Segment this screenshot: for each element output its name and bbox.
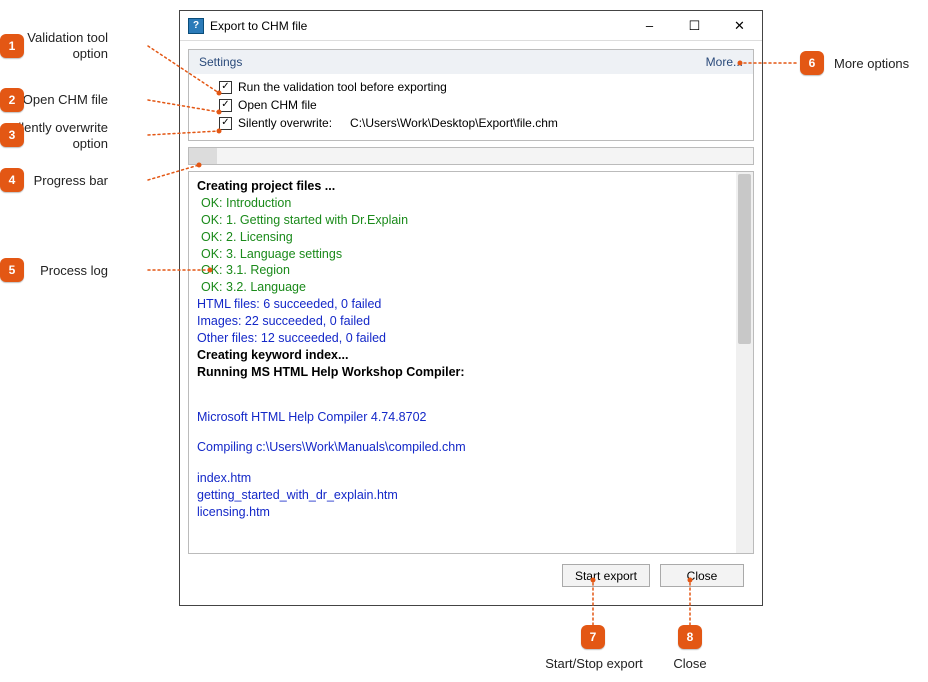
settings-body: Run the validation tool before exporting… bbox=[189, 74, 753, 140]
window-close-button[interactable]: ✕ bbox=[717, 12, 762, 40]
log-line: OK: 2. Licensing bbox=[201, 229, 728, 246]
open-chm-checkbox[interactable] bbox=[219, 99, 232, 112]
settings-header: Settings More... bbox=[189, 50, 753, 74]
titlebar: ? Export to CHM file – ☐ ✕ bbox=[180, 11, 762, 41]
callout-badge-7: 7 bbox=[581, 625, 605, 649]
log-line: Other files: 12 succeeded, 0 failed bbox=[197, 330, 728, 347]
log-scroll-thumb[interactable] bbox=[738, 174, 751, 344]
log-line: Creating keyword index... bbox=[197, 347, 728, 364]
settings-header-label: Settings bbox=[199, 55, 242, 69]
log-scrollbar[interactable] bbox=[736, 172, 753, 553]
progress-bar bbox=[188, 147, 754, 165]
close-button[interactable]: Close bbox=[660, 564, 744, 587]
log-line: index.htm bbox=[197, 470, 728, 487]
open-chm-row: Open CHM file bbox=[219, 98, 743, 112]
minimize-button[interactable]: – bbox=[627, 12, 672, 40]
callout-label-8: Close bbox=[657, 656, 723, 672]
log-line bbox=[197, 456, 728, 470]
callout-badge-6: 6 bbox=[800, 51, 824, 75]
open-chm-label: Open CHM file bbox=[238, 98, 317, 112]
log-line: getting_started_with_dr_explain.htm bbox=[197, 487, 728, 504]
more-link[interactable]: More... bbox=[706, 55, 743, 69]
callout-label-6: More options bbox=[834, 56, 924, 72]
settings-panel: Settings More... Run the validation tool… bbox=[188, 49, 754, 141]
log-line: Compiling c:\Users\Work\Manuals\compiled… bbox=[197, 439, 728, 456]
log-body[interactable]: Creating project files ...OK: Introducti… bbox=[189, 172, 736, 553]
log-line bbox=[197, 425, 728, 439]
window-title: Export to CHM file bbox=[210, 19, 307, 33]
callout-badge-2: 2 bbox=[0, 88, 24, 112]
log-line: Microsoft HTML Help Compiler 4.74.8702 bbox=[197, 409, 728, 426]
silent-overwrite-path: C:\Users\Work\Desktop\Export\file.chm bbox=[350, 116, 558, 130]
log-line: OK: Introduction bbox=[201, 195, 728, 212]
log-line: Creating project files ... bbox=[197, 178, 728, 195]
export-dialog: ? Export to CHM file – ☐ ✕ Settings More… bbox=[179, 10, 763, 606]
log-line bbox=[197, 395, 728, 409]
callout-label-7: Start/Stop export bbox=[544, 656, 644, 672]
log-line: Running MS HTML Help Workshop Compiler: bbox=[197, 364, 728, 381]
callout-badge-1: 1 bbox=[0, 34, 24, 58]
maximize-button[interactable]: ☐ bbox=[672, 12, 717, 40]
dialog-content: Settings More... Run the validation tool… bbox=[180, 41, 762, 605]
app-icon: ? bbox=[188, 18, 204, 34]
log-line: HTML files: 6 succeeded, 0 failed bbox=[197, 296, 728, 313]
log-line bbox=[197, 381, 728, 395]
log-line: OK: 1. Getting started with Dr.Explain bbox=[201, 212, 728, 229]
log-line: Images: 22 succeeded, 0 failed bbox=[197, 313, 728, 330]
silent-overwrite-checkbox[interactable] bbox=[219, 117, 232, 130]
callout-badge-3: 3 bbox=[0, 123, 24, 147]
start-export-button[interactable]: Start export bbox=[562, 564, 650, 587]
log-line: OK: 3.2. Language bbox=[201, 279, 728, 296]
log-line: licensing.htm bbox=[197, 504, 728, 521]
progress-fill bbox=[189, 148, 217, 164]
silent-overwrite-label: Silently overwrite: bbox=[238, 116, 332, 130]
process-log: Creating project files ...OK: Introducti… bbox=[188, 171, 754, 554]
run-validation-label: Run the validation tool before exporting bbox=[238, 80, 447, 94]
button-bar: Start export Close bbox=[188, 560, 754, 597]
run-validation-checkbox[interactable] bbox=[219, 81, 232, 94]
callout-badge-5: 5 bbox=[0, 258, 24, 282]
run-validation-row: Run the validation tool before exporting bbox=[219, 80, 743, 94]
silent-overwrite-row: Silently overwrite: C:\Users\Work\Deskto… bbox=[219, 116, 743, 130]
log-line: OK: 3.1. Region bbox=[201, 262, 728, 279]
log-line: OK: 3. Language settings bbox=[201, 246, 728, 263]
callout-badge-8: 8 bbox=[678, 625, 702, 649]
callout-badge-4: 4 bbox=[0, 168, 24, 192]
